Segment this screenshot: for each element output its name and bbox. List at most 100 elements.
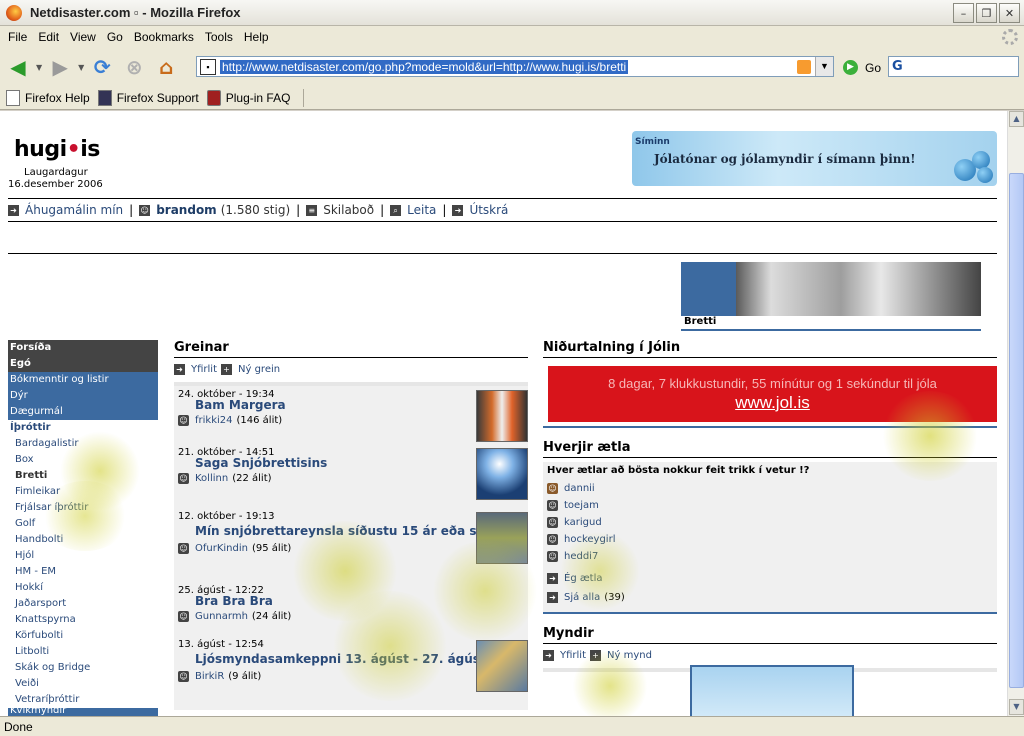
ad-banner[interactable]: Síminn Jólatónar og jólamyndir í símann …	[632, 131, 997, 186]
scroll-up-button[interactable]: ▲	[1009, 111, 1024, 127]
images-title: Myndir	[543, 626, 997, 644]
article-author[interactable]: frikki24	[195, 415, 233, 426]
who-user-link[interactable]: karigud	[564, 517, 602, 528]
hugi-logo[interactable]: hugi•is	[14, 137, 100, 162]
sidebar-item[interactable]: Íþróttir	[8, 420, 158, 436]
menu-view[interactable]: View	[66, 30, 103, 44]
sidebar-item[interactable]: Fimleikar	[8, 484, 158, 500]
forward-dropdown-icon[interactable]: ▼	[78, 63, 84, 72]
article-thumbnail[interactable]	[476, 512, 528, 564]
google-search-icon[interactable]: G	[892, 59, 903, 74]
url-bar[interactable]: ▪ http://www.netdisaster.com/go.php?mode…	[196, 56, 834, 77]
url-history-dropdown[interactable]: ▼	[815, 57, 833, 76]
new-article-link[interactable]: Ný grein	[238, 364, 280, 375]
attendee-count: (39)	[604, 592, 625, 603]
home-button[interactable]: ⌂	[152, 54, 180, 80]
bookmark-firefox-support[interactable]: Firefox Support	[97, 89, 199, 106]
article-thumbnail[interactable]	[476, 448, 528, 500]
scroll-thumb[interactable]	[1009, 173, 1024, 688]
who-user-link[interactable]: hockeygirl	[564, 534, 615, 545]
sidebar-item[interactable]: Handbolti	[8, 532, 158, 548]
url-text[interactable]: http://www.netdisaster.com/go.php?mode=m…	[220, 59, 629, 74]
stop-button[interactable]: ⊗	[120, 54, 148, 80]
article-author[interactable]: OfurKindin	[195, 543, 248, 554]
article-author[interactable]: Gunnarmh	[195, 611, 248, 622]
go-button[interactable]: Go	[865, 61, 881, 75]
forward-button[interactable]: ▶	[46, 54, 74, 80]
sidebar-item[interactable]: Vetraríþróttir	[8, 692, 158, 708]
sidebar-item[interactable]: Dýr	[8, 388, 158, 404]
sidebar-item[interactable]: Hjól	[8, 548, 158, 564]
bookmark-firefox-help[interactable]: Firefox Help	[6, 89, 90, 106]
sidebar-item[interactable]: Box	[8, 452, 158, 468]
article-title-link[interactable]: Bam Margera	[174, 398, 528, 412]
article-title-link[interactable]: Mín snjóbrettareynsla síðustu 15 ár eða …	[174, 522, 528, 540]
article-comments: (24 álit)	[251, 611, 292, 622]
article-thumbnail[interactable]	[476, 640, 528, 692]
search-link[interactable]: Leita	[407, 203, 436, 217]
minimize-button[interactable]: –	[953, 3, 974, 23]
christmas-countdown-banner[interactable]: 8 dagar, 7 klukkustundir, 55 mínútur og …	[548, 366, 997, 422]
article-author[interactable]: Kollinn	[195, 473, 228, 484]
sidebar-item[interactable]: Golf	[8, 516, 158, 532]
who-user-link[interactable]: toejam	[564, 500, 599, 511]
sidebar-item[interactable]: Knattspyrna	[8, 612, 158, 628]
menu-go[interactable]: Go	[103, 30, 130, 44]
menu-file[interactable]: File	[4, 30, 34, 44]
logo-separator: •	[66, 137, 81, 162]
sidebar-item[interactable]: Forsíða	[8, 340, 158, 356]
menu-tools[interactable]: Tools	[201, 30, 240, 44]
sidebar-item[interactable]: HM - EM	[8, 564, 158, 580]
logout-link[interactable]: Útskrá	[469, 203, 508, 217]
vertical-scrollbar[interactable]: ▲ ▼	[1007, 111, 1024, 716]
sidebar-item[interactable]: Frjálsar íþróttir	[8, 500, 158, 516]
my-interests-link[interactable]: Áhugamálin mín	[25, 203, 123, 217]
sidebar-item[interactable]: Bretti	[8, 468, 158, 484]
messages-link[interactable]: Skilaboð	[323, 203, 374, 217]
rss-feed-icon[interactable]	[797, 60, 811, 74]
menu-help[interactable]: Help	[240, 30, 276, 44]
reload-button[interactable]: ⟳	[88, 54, 116, 80]
go-icon[interactable]: ▶	[843, 60, 858, 75]
sidebar-item[interactable]: Bardagalistir	[8, 436, 158, 452]
sidebar-item[interactable]: Bókmenntir og listir	[8, 372, 158, 388]
article-thumbnail[interactable]	[476, 390, 528, 442]
who-user-link[interactable]: heddi7	[564, 551, 598, 562]
see-all-link[interactable]: Sjá alla	[564, 592, 600, 603]
menu-edit[interactable]: Edit	[34, 30, 66, 44]
sidebar-item[interactable]: Egó	[8, 356, 158, 372]
article-author[interactable]: BirkiR	[195, 671, 224, 682]
sidebar-item[interactable]: Hokkí	[8, 580, 158, 596]
sidebar-item[interactable]: Kvikmyndir	[8, 708, 158, 716]
sidebar-item[interactable]: Veiði	[8, 676, 158, 692]
menu-bookmarks[interactable]: Bookmarks	[130, 30, 201, 44]
back-button[interactable]: ◀	[4, 54, 32, 80]
article-title-link[interactable]: Saga Snjóbrettisins	[174, 456, 528, 470]
sidebar-item[interactable]: Litbolti	[8, 644, 158, 660]
user-points: (1.580 stig)	[220, 203, 291, 217]
sidebar-item[interactable]: Jaðarsport	[8, 596, 158, 612]
close-button[interactable]: ✕	[999, 3, 1020, 23]
images-overview-link[interactable]: Yfirlit	[560, 650, 586, 661]
search-input[interactable]: G	[888, 56, 1019, 77]
scroll-down-button[interactable]: ▼	[1009, 699, 1024, 715]
featured-image[interactable]	[690, 665, 854, 716]
images-subnav: ➜ Yfirlit + Ný mynd	[543, 644, 997, 666]
restore-button[interactable]: ❐	[976, 3, 997, 23]
new-image-link[interactable]: Ný mynd	[607, 650, 652, 661]
back-dropdown-icon[interactable]: ▼	[36, 63, 42, 72]
username-link[interactable]: brandom	[156, 203, 217, 217]
article-date: 12. október - 19:13	[178, 511, 275, 522]
articles-overview-link[interactable]: Yfirlit	[191, 364, 217, 375]
jol-link[interactable]: www.jol.is	[548, 393, 997, 413]
bookmark-plugin-faq[interactable]: Plug-in FAQ	[206, 89, 290, 106]
article-comments: (22 álit)	[232, 473, 272, 484]
articles-section: Greinar ➜ Yfirlit + Ný grein 24. október…	[174, 340, 528, 710]
sidebar-item[interactable]: Körfubolti	[8, 628, 158, 644]
join-link[interactable]: Ég ætla	[564, 573, 603, 584]
who-user-link[interactable]: dannii	[564, 483, 595, 494]
article-title-link[interactable]: Ljósmyndasamkeppni 13. ágúst - 27. ágúst	[174, 650, 528, 668]
sidebar-item[interactable]: Dægurmál	[8, 404, 158, 420]
sidebar-item[interactable]: Skák og Bridge	[8, 660, 158, 676]
article-title-link[interactable]: Bra Bra Bra	[174, 594, 528, 608]
